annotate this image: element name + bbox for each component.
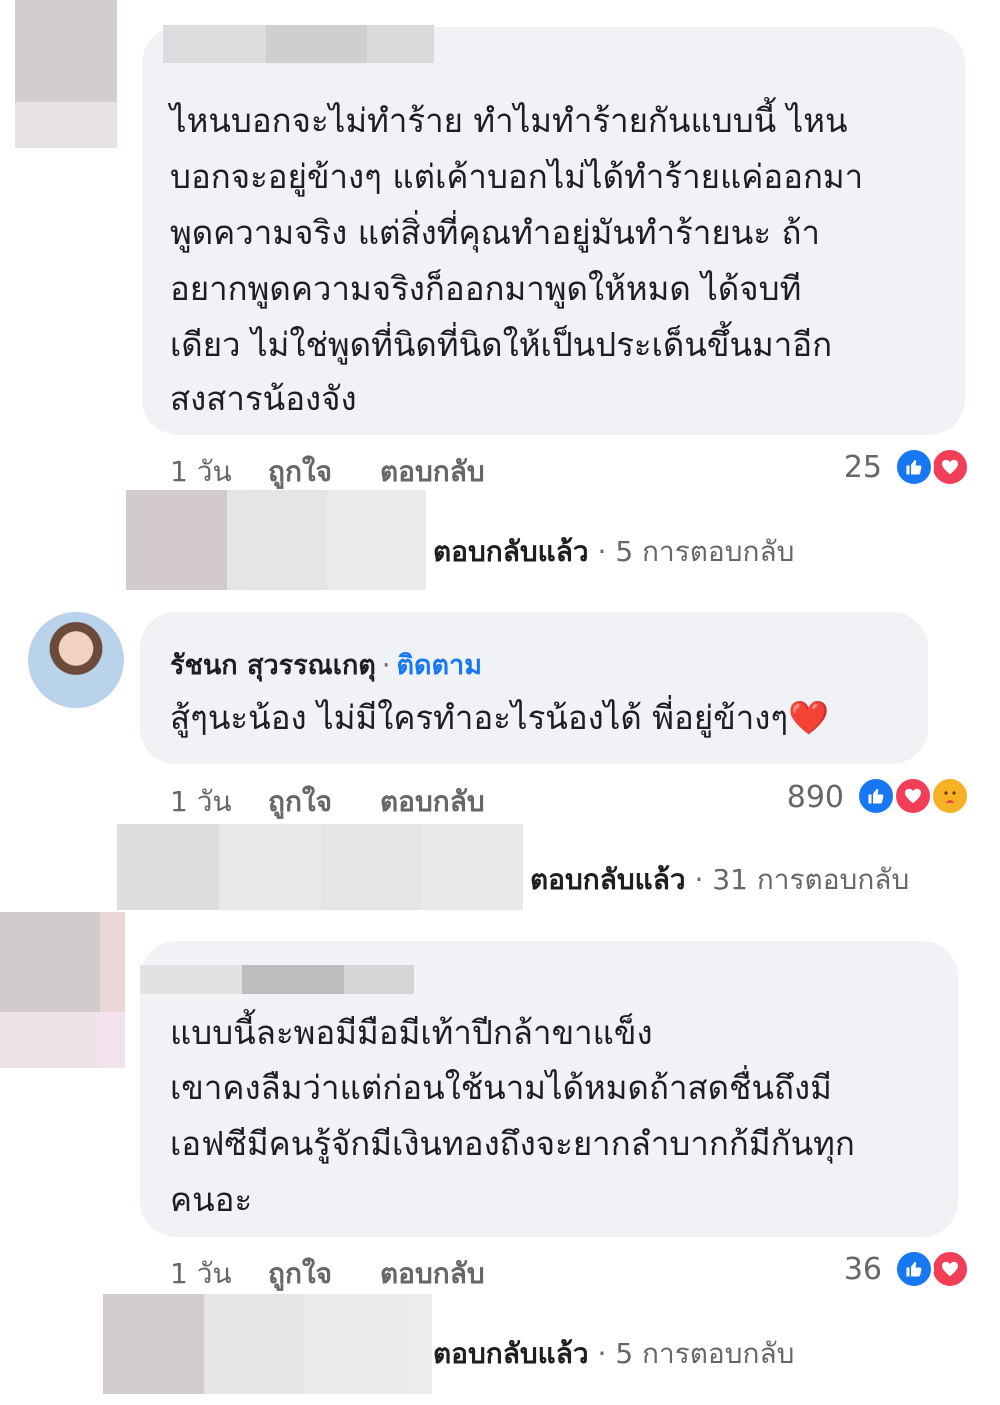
comment-text-line: อยากพูดความจริงก็ออกมาพูดให้หมด ได้จบที	[170, 269, 802, 308]
comment-text-line: เขาคงลืมว่าแต่ก่อนใช้นามได้หมดถ้าสดชื่นถ…	[170, 1068, 832, 1107]
follow-button[interactable]: ติดตาม	[396, 650, 482, 681]
author-row: รัชนก สุวรรณเกตุ · ติดตาม	[170, 643, 482, 686]
avatar[interactable]	[28, 612, 124, 708]
like-icon	[894, 1249, 934, 1289]
comment-text-line: เดียว ไม่ใช่พูดที่นิดที่นิดให้เป็นประเด็…	[170, 325, 833, 364]
love-icon	[930, 1249, 970, 1289]
comment-meta: 1 วัน ถูกใจ ตอบกลับ	[170, 1252, 570, 1292]
comment-text-line: บอกจะอยู่ข้างๆ แต่เค้าบอกไม่ได้ทำร้ายแค่…	[170, 157, 864, 196]
comment-text: สู้ๆนะน้อง ไม่มีใครทำอะไรน้องได้ พี่อยู่…	[170, 698, 830, 737]
view-replies-link[interactable]: ตอบกลับแล้ว · 5 การตอบกลับ	[433, 530, 794, 574]
comment-text-line: พูดความจริง แต่สิ่งที่คุณทำอยู่มันทำร้าย…	[170, 213, 821, 252]
like-icon	[856, 776, 896, 816]
separator-dot: ·	[694, 863, 713, 896]
love-icon	[893, 776, 933, 816]
view-replies-link[interactable]: ตอบกลับแล้ว · 5 การตอบกลับ	[433, 1332, 794, 1376]
reaction-count[interactable]: 25	[792, 450, 882, 485]
replied-by-label: ตอบกลับแล้ว	[530, 863, 686, 896]
separator-dot: ·	[597, 1337, 616, 1370]
care-icon	[930, 776, 970, 816]
comment-text-line: ไหนบอกจะไม่ทำร้าย ทำไมทำร้ายกันแบบนี้ ไห…	[170, 101, 848, 140]
love-icon	[930, 447, 970, 487]
like-button[interactable]: ถูกใจ	[268, 1252, 332, 1296]
reply-button[interactable]: ตอบกลับ	[380, 450, 485, 494]
reaction-count[interactable]: 890	[754, 780, 844, 815]
replied-by-label: ตอบกลับแล้ว	[433, 535, 589, 568]
like-button[interactable]: ถูกใจ	[268, 450, 332, 494]
separator-dot: ·	[381, 650, 391, 681]
comment-text-line: สงสารน้องจัง	[170, 379, 357, 418]
reply-button[interactable]: ตอบกลับ	[380, 780, 485, 824]
reaction-icons[interactable]	[852, 776, 972, 816]
view-replies-link[interactable]: ตอบกลับแล้ว · 31 การตอบกลับ	[530, 858, 909, 902]
replies-count: 5 การตอบกลับ	[615, 535, 795, 568]
reaction-icons[interactable]	[890, 1249, 974, 1289]
reaction-icons[interactable]	[890, 447, 974, 487]
comment-text-line: แบบนี้ละพอมีมือมีเท้าปีกล้าขาแข็ง	[170, 1013, 653, 1052]
author-name[interactable]: รัชนก สุวรรณเกตุ	[170, 650, 376, 681]
reaction-count[interactable]: 36	[792, 1252, 882, 1287]
comment-text-line: เอฟซีมีคนรู้จักมีเงินทองถึงจะยากลำบากก้ม…	[170, 1124, 855, 1163]
comment-text-line: คนอะ	[170, 1180, 253, 1219]
replies-count: 5 การตอบกลับ	[615, 1337, 795, 1370]
replies-count: 31 การตอบกลับ	[712, 863, 910, 896]
comment-meta: 1 วัน ถูกใจ ตอบกลับ	[170, 780, 570, 820]
comment-time[interactable]: 1 วัน	[170, 780, 232, 824]
comment-time[interactable]: 1 วัน	[170, 1252, 232, 1296]
separator-dot: ·	[597, 535, 616, 568]
like-icon	[894, 447, 934, 487]
replied-by-label: ตอบกลับแล้ว	[433, 1337, 589, 1370]
reply-button[interactable]: ตอบกลับ	[380, 1252, 485, 1296]
comment-time[interactable]: 1 วัน	[170, 450, 232, 494]
comment-meta: 1 วัน ถูกใจ ตอบกลับ	[170, 450, 570, 490]
like-button[interactable]: ถูกใจ	[268, 780, 332, 824]
